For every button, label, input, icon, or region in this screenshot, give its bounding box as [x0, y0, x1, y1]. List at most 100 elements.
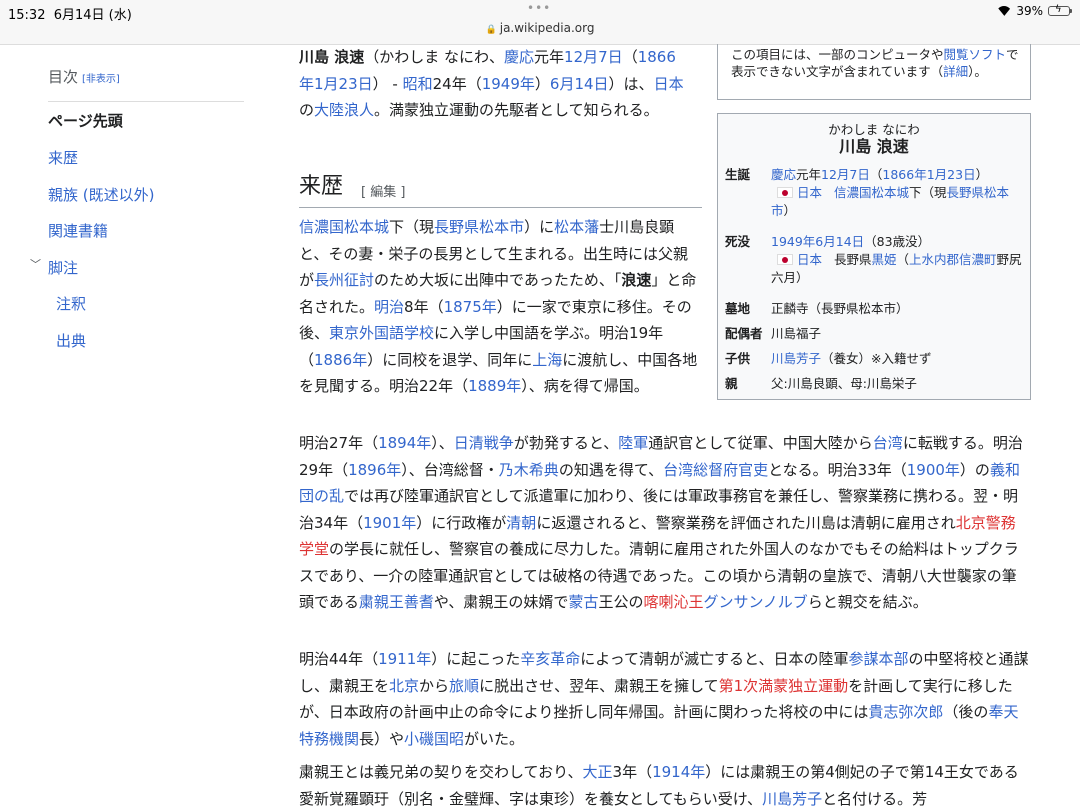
text: から	[419, 676, 450, 695]
infobox-parents-value: 父:川島良顕、母:川島栄子	[771, 376, 917, 391]
paragraph-4: 粛親王とは義兄弟の契りを交わしており、大正3年（1914年）には粛親王の第4側妃…	[299, 759, 1030, 812]
link[interactable]: 明治	[374, 298, 404, 316]
link[interactable]: 1875年	[444, 298, 497, 316]
text: ）に	[524, 218, 555, 236]
text: ）	[534, 74, 550, 93]
toc-item-footnotes[interactable]: 脚注	[48, 257, 78, 278]
link[interactable]: 清朝	[506, 514, 536, 532]
link[interactable]: 1900年	[907, 461, 960, 479]
text: 明治44年（	[299, 650, 379, 668]
infobox-label: 死没	[725, 234, 751, 249]
text: ）、	[431, 434, 454, 452]
link[interactable]: 北京	[389, 677, 419, 695]
link[interactable]: 大陸浪人	[314, 101, 374, 119]
link[interactable]: 1914年	[652, 763, 705, 781]
infobox-row-children: 子供 川島芳子（養女）※入籍せず	[725, 350, 1025, 368]
link[interactable]: 旅順	[449, 677, 479, 695]
link[interactable]: 東京外国語学校	[329, 324, 434, 342]
notice-link-details[interactable]: 詳細	[943, 64, 968, 79]
link[interactable]: 信濃国	[299, 218, 344, 236]
link[interactable]: 日清戦争	[454, 434, 514, 452]
link[interactable]: 上海	[532, 351, 562, 369]
link[interactable]: 大正	[583, 763, 613, 781]
link[interactable]: グンサンノルブ	[703, 593, 807, 611]
link[interactable]: 日本	[797, 252, 822, 267]
infobox-label: 墓地	[725, 301, 751, 316]
multitask-dots-icon[interactable]: •••	[527, 1, 551, 15]
link[interactable]: 乃木希典	[499, 461, 559, 479]
battery-icon: ϟ	[1048, 4, 1072, 16]
link[interactable]: 松本城	[344, 218, 389, 236]
notice-link-browser[interactable]: 閲覧ソフト	[944, 47, 1007, 62]
link[interactable]: 慶応	[504, 48, 534, 66]
wifi-icon	[997, 6, 1011, 16]
infobox: かわしま なにわ 川島 浪速 生誕 慶応元年12月7日（1866年1月23日）日…	[717, 113, 1031, 400]
link[interactable]: 黒姫	[871, 252, 896, 267]
link[interactable]: 蒙古	[568, 593, 598, 611]
infobox-children-value: 川島芳子（養女）※入籍せず	[771, 350, 1025, 368]
link[interactable]: 1896年	[348, 461, 401, 479]
link[interactable]: 1889年	[468, 377, 521, 395]
link[interactable]: 1901年	[363, 514, 416, 532]
text: （	[896, 252, 909, 267]
toc-hide-link[interactable]: [非表示]	[82, 74, 120, 85]
toc-item-top[interactable]: ページ先頭	[48, 110, 123, 131]
link[interactable]: 日本	[654, 75, 684, 93]
link[interactable]: 1886年	[314, 351, 367, 369]
link[interactable]: 松本藩	[554, 218, 599, 236]
text: （	[622, 48, 638, 66]
infobox-label: 親	[725, 376, 738, 391]
link[interactable]: 1911年	[378, 650, 431, 668]
toc-item-relatives[interactable]: 親族 (既述以外)	[48, 184, 154, 205]
link[interactable]: 上水内郡信濃町	[909, 252, 997, 267]
paragraph-2: 明治27年（1894年）、日清戦争が勃発すると、陸軍通訳官として従軍、中国大陸か…	[299, 430, 1030, 616]
text: の知遇を得て、	[558, 460, 664, 479]
link[interactable]: 1949年	[482, 75, 535, 93]
toc-item-sources[interactable]: 出典	[56, 330, 86, 351]
link[interactable]: 台湾総督府官吏	[663, 461, 768, 479]
text: ）、台湾総督・	[401, 460, 499, 479]
chevron-down-icon[interactable]: ﹀	[30, 256, 41, 272]
lead-paragraph: 川島 浪速（かわしま なにわ、慶応元年12月7日（1866年1月23日） - 昭…	[299, 44, 689, 124]
toc-item-history[interactable]: 来歴	[48, 147, 78, 168]
link[interactable]: 1949年6月14日	[771, 234, 864, 249]
link[interactable]: 貴志弥次郎	[868, 703, 943, 721]
infobox-row-grave: 墓地 正麟寺（長野県松本市）	[725, 300, 1025, 318]
text: や、粛親王の妹婿で	[433, 593, 569, 611]
toc-item-notes[interactable]: 注釈	[56, 293, 86, 314]
link[interactable]: 長州征討	[314, 271, 374, 289]
link[interactable]: 1866年1月23日	[882, 167, 975, 182]
edit-section-link[interactable]: [ 編集 ]	[361, 180, 405, 207]
link[interactable]: 12月7日	[821, 167, 870, 182]
address-bar[interactable]: 🔒 ja.wikipedia.org	[0, 21, 1080, 35]
link[interactable]: 川島芳子	[762, 790, 822, 808]
redlink[interactable]: 第1次満蒙独立運動	[719, 677, 849, 695]
link[interactable]: 小磯国昭	[404, 730, 464, 748]
link[interactable]: 辛亥革命	[520, 650, 580, 668]
link[interactable]: 参謀本部	[848, 650, 908, 668]
text: が勃発すると、	[513, 434, 619, 452]
link[interactable]: 6月14日	[550, 75, 609, 93]
text: によって清朝が滅亡すると、日本の陸軍	[580, 650, 849, 668]
url-text: ja.wikipedia.org	[499, 21, 595, 35]
character-notice: この項目には、一部のコンピュータや閲覧ソフトで表示できない文字が含まれています（…	[717, 44, 1031, 100]
link[interactable]: 昭和	[403, 75, 433, 93]
link[interactable]: 信濃国松本城	[834, 185, 909, 200]
link[interactable]: 粛親王善耆	[359, 593, 434, 611]
link[interactable]: 台湾	[873, 434, 903, 452]
infobox-spouse-value: 川島福子	[771, 326, 822, 341]
link[interactable]: 松本市	[479, 218, 524, 236]
toc-header: 目次 [非表示]	[48, 66, 244, 102]
link[interactable]: 長野県	[434, 218, 479, 236]
redlink[interactable]: 喀喇沁王	[643, 593, 703, 611]
link[interactable]: 12月7日	[564, 48, 623, 66]
link[interactable]: 1894年	[378, 434, 431, 452]
bold-text: 浪速	[621, 271, 652, 289]
link[interactable]: 川島芳子	[771, 351, 821, 366]
link[interactable]: 日本	[797, 185, 822, 200]
text: 長野県	[833, 252, 872, 267]
toc-item-books[interactable]: 関連書籍	[48, 220, 108, 241]
text: ）に起こった	[431, 650, 521, 668]
link[interactable]: 慶応	[771, 167, 796, 182]
link[interactable]: 陸軍	[618, 434, 648, 452]
